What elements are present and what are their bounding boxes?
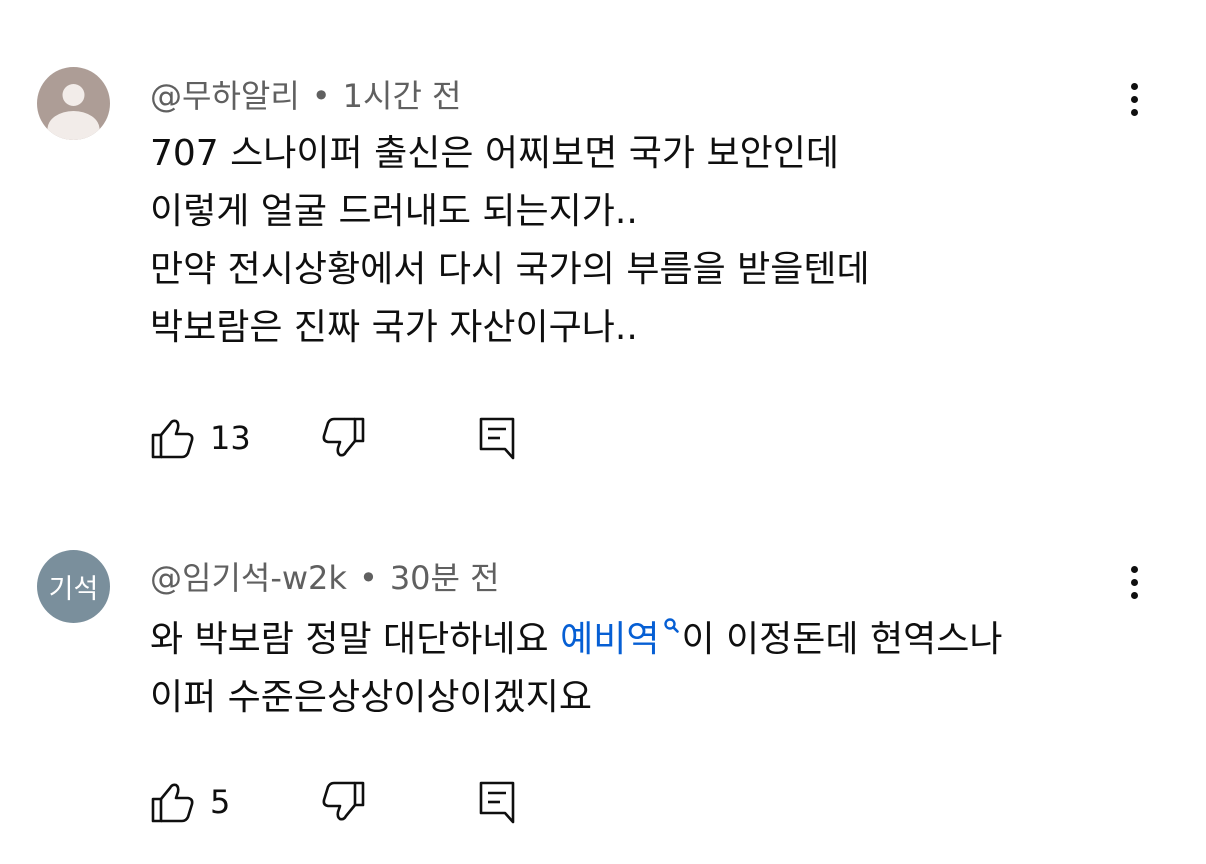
reply-button[interactable] (478, 780, 518, 824)
comment-text-segment: 와 박보람 정말 대단하네요 (150, 619, 561, 660)
comment-time: 1시간 전 (342, 77, 462, 115)
reply-button[interactable] (478, 416, 518, 460)
separator-dot: • (358, 559, 378, 597)
comment-line: 박보람은 진짜 국가 자산이구나.. (150, 307, 638, 348)
comment-line: 이퍼 수준은상상이상이겠지요 (150, 677, 593, 718)
comment-text: 와 박보람 정말 대단하네요 예비역 이 이정돈데 현역스나 이퍼 수준은상상이상… (150, 611, 1002, 727)
comment-line: 만약 전시상황에서 다시 국가의 부름을 받을텐데 (150, 249, 870, 290)
comment-text-segment: 이 이정돈데 현역스나 (681, 619, 1003, 660)
comment-1: @무하알리 • 1시간 전 707 스나이퍼 출신은 어찌보면 국가 보안인데 이렇… (0, 0, 1206, 480)
like-button[interactable]: 5 (150, 780, 230, 824)
comment-line: 이렇게 얼굴 드러내도 되는지가.. (150, 191, 638, 232)
comment-2: 기석 @임기석-w2k • 30분 전 와 박보람 정말 대단하네요 예비역 이 이정… (0, 480, 1206, 864)
reply-comment-icon (479, 417, 515, 460)
comment-text: 707 스나이퍼 출신은 어찌보면 국가 보안인데 이렇게 얼굴 드러내도 되는… (150, 125, 870, 357)
like-count: 5 (210, 783, 231, 821)
search-link[interactable]: 예비역 (560, 618, 681, 660)
comment-line: 707 스나이퍼 출신은 어찌보면 국가 보안인데 (150, 133, 839, 174)
default-avatar-icon[interactable] (37, 67, 110, 140)
dislike-button[interactable] (320, 416, 366, 460)
comment-header: @임기석-w2k • 30분 전 (150, 553, 500, 599)
thumb-down-icon (322, 781, 365, 821)
dislike-button[interactable] (320, 780, 366, 824)
like-count: 13 (210, 419, 251, 457)
comment-actions: 13 (150, 416, 550, 460)
author-name[interactable]: @임기석-w2k (150, 559, 347, 597)
author-name[interactable]: @무하알리 (150, 77, 300, 115)
comment-line: 와 박보람 정말 대단하네요 예비역 이 이정돈데 현역스나 (150, 611, 1002, 669)
search-icon (664, 618, 680, 633)
comment-header: @무하알리 • 1시간 전 (150, 71, 462, 117)
more-vert-icon[interactable] (1124, 83, 1144, 123)
thumb-up-icon (151, 419, 194, 459)
avatar-initials: 기석 (48, 574, 99, 605)
avatar[interactable]: 기석 (37, 550, 110, 623)
like-button[interactable]: 13 (150, 416, 251, 460)
separator-dot: • (311, 77, 331, 115)
more-vert-icon[interactable] (1124, 566, 1144, 606)
reply-comment-icon (479, 781, 515, 824)
comment-time: 30분 전 (389, 559, 500, 597)
thumb-up-icon (151, 783, 194, 823)
thumb-down-icon (322, 417, 365, 457)
comment-actions: 5 (150, 780, 550, 824)
search-link-label: 예비역 (560, 619, 660, 660)
